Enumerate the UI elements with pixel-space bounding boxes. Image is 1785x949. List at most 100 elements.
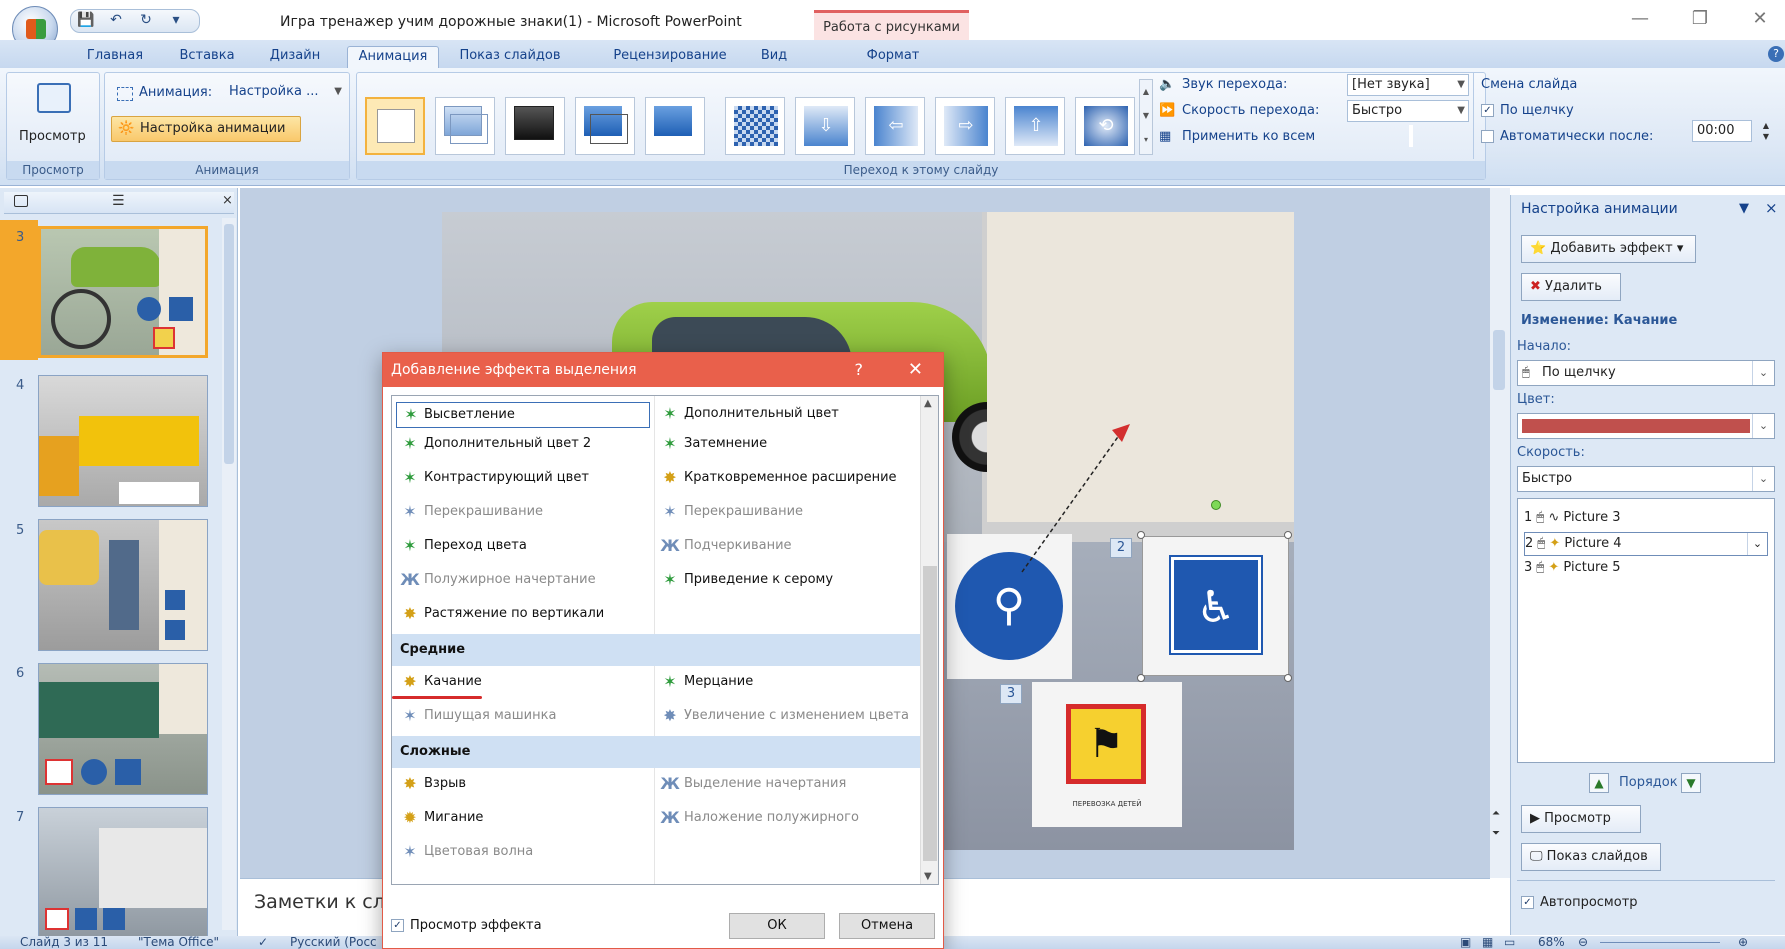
- transition-wipe-right[interactable]: ⇨: [935, 97, 995, 155]
- effect-item-swing[interactable]: ✸ Качание: [396, 670, 650, 694]
- add-effect-button[interactable]: ⭐ Добавить эффект ▾: [1521, 235, 1696, 263]
- auto-time-spinner[interactable]: ▲ ▼: [1758, 120, 1774, 142]
- transition-fade-black[interactable]: [505, 97, 565, 155]
- customize-qat-icon[interactable]: ▾: [165, 12, 187, 30]
- effect-item[interactable]: ✶ Затемнение: [656, 432, 916, 456]
- prev-slide-icon[interactable]: ⏶: [1492, 808, 1500, 819]
- start-combo[interactable]: 🖱 По щелчку ⌄: [1517, 360, 1775, 386]
- custom-animation-button[interactable]: 🔆 Настройка анимации: [111, 116, 301, 142]
- transition-speed-combo[interactable]: Быстро ▼: [1347, 100, 1469, 122]
- slide-thumb-6[interactable]: [38, 663, 208, 795]
- tab-slideshow[interactable]: Показ слайдов: [445, 46, 575, 68]
- outline-tab-icon[interactable]: ☰: [112, 193, 125, 209]
- effect-item[interactable]: ✶ Перекрашивание: [396, 500, 650, 524]
- minimize-icon[interactable]: —: [1620, 8, 1660, 32]
- animation-combo[interactable]: Настройка ... ▼: [225, 82, 345, 104]
- effect-item[interactable]: ✶ Цветовая волна: [396, 840, 650, 864]
- autopreview-checkbox[interactable]: ✓ Автопросмотр: [1521, 895, 1638, 910]
- transition-wipe-up[interactable]: ⇧: [1005, 97, 1065, 155]
- on-click-checkbox[interactable]: ✓ По щелчку: [1481, 103, 1574, 118]
- view-slideshow-icon[interactable]: ▭: [1504, 936, 1515, 949]
- slide-thumb-7[interactable]: [38, 807, 208, 939]
- scroll-down-icon[interactable]: ▼: [924, 871, 932, 882]
- zoom-out-icon[interactable]: ⊖: [1578, 936, 1588, 949]
- close-panel-icon[interactable]: ×: [222, 193, 233, 208]
- close-icon[interactable]: ✕: [1740, 8, 1780, 32]
- effect-item[interactable]: Ж Подчеркивание: [656, 534, 916, 558]
- tab-design[interactable]: Дизайн: [262, 46, 328, 68]
- transition-wipe-down[interactable]: ⇩: [795, 97, 855, 155]
- slide-thumb-3[interactable]: [38, 226, 208, 358]
- gallery-scroll[interactable]: ▲ ▼ ▾: [1139, 79, 1153, 155]
- color-combo[interactable]: ⌄: [1517, 413, 1775, 439]
- list-item[interactable]: 1 🖱 ∿ Picture 3: [1524, 507, 1768, 531]
- transition-none[interactable]: [365, 97, 425, 155]
- effect-item[interactable]: ✶ Пишущая машинка: [396, 704, 650, 728]
- effect-item[interactable]: ✶ Высветление: [396, 402, 650, 428]
- slides-tab-icon[interactable]: [14, 195, 28, 207]
- effects-list[interactable]: ✶ Высветление ✶ Дополнительный цвет 2 ✶ Кон…: [391, 395, 939, 885]
- cancel-button[interactable]: Отмена: [839, 913, 935, 939]
- transition-cut[interactable]: [575, 97, 635, 155]
- effect-item[interactable]: ✶ Контрастирующий цвет: [396, 466, 650, 490]
- dialog-close-icon[interactable]: ✕: [908, 353, 923, 387]
- next-slide-icon[interactable]: ⏷: [1492, 828, 1500, 839]
- scrollbar-thumb[interactable]: [224, 224, 234, 464]
- transition-wheel[interactable]: ⟲: [1075, 97, 1135, 155]
- effects-scrollbar[interactable]: ▲ ▼: [920, 396, 938, 884]
- tab-view[interactable]: Вид: [752, 46, 796, 68]
- resize-handle[interactable]: [1137, 674, 1145, 682]
- transition-sound-combo[interactable]: [Нет звука] ▼: [1347, 74, 1469, 96]
- list-item[interactable]: 3 🖱 ✦ Picture 5: [1524, 557, 1768, 581]
- scrollbar-thumb[interactable]: [1493, 330, 1505, 390]
- tab-animation[interactable]: Анимация: [347, 46, 439, 68]
- tab-format[interactable]: Формат: [850, 46, 936, 68]
- effect-item[interactable]: ✶ Дополнительный цвет 2: [396, 432, 650, 456]
- auto-time-input[interactable]: 00:00: [1692, 120, 1752, 142]
- effect-item[interactable]: ✸ Увеличение с изменением цвета: [656, 704, 916, 728]
- rotate-handle[interactable]: [1211, 500, 1221, 510]
- help-icon[interactable]: ?: [1768, 46, 1784, 62]
- tab-review[interactable]: Рецензирование: [600, 46, 740, 68]
- chevron-down-icon[interactable]: ⌄: [1747, 533, 1767, 555]
- tab-insert[interactable]: Вставка: [172, 46, 242, 68]
- preview-effect-checkbox[interactable]: ✓ Просмотр эффекта: [391, 918, 542, 933]
- slide-thumb-5[interactable]: [38, 519, 208, 651]
- save-icon[interactable]: 💾: [75, 12, 97, 30]
- remove-button[interactable]: ✖ Удалить: [1521, 273, 1621, 301]
- spellcheck-icon[interactable]: ✓: [258, 936, 268, 949]
- slides-scrollbar[interactable]: [222, 218, 236, 930]
- zoom-slider[interactable]: [1600, 942, 1720, 943]
- anim-order-badge[interactable]: 3: [1000, 684, 1022, 704]
- preview-button[interactable]: Просмотр: [19, 129, 86, 144]
- animation-list[interactable]: 1 🖱 ∿ Picture 3 2 🖱 ✦ Picture 4 ⌄ 3 🖱 ✦ P…: [1517, 498, 1775, 763]
- move-up-icon[interactable]: ▲: [1589, 773, 1609, 793]
- children-sign-picture[interactable]: ⚑ ПЕРЕВОЗКА ДЕТЕЙ: [1032, 682, 1182, 827]
- close-pane-icon[interactable]: ×: [1765, 199, 1778, 217]
- preview-icon[interactable]: [37, 83, 71, 113]
- effect-item[interactable]: Ж Выделение начертания: [656, 772, 916, 796]
- scrollbar-thumb[interactable]: [923, 566, 937, 861]
- zoom-in-icon[interactable]: ⊕: [1738, 936, 1748, 949]
- dialog-help-icon[interactable]: ?: [855, 353, 864, 387]
- view-normal-icon[interactable]: ▣: [1460, 936, 1471, 949]
- transition-cut-black[interactable]: [645, 97, 705, 155]
- ok-button[interactable]: ОК: [729, 913, 825, 939]
- language[interactable]: Русский (Росс: [290, 936, 377, 949]
- view-sorter-icon[interactable]: ▦: [1482, 936, 1493, 949]
- speed-combo[interactable]: Быстро ⌄: [1517, 466, 1775, 492]
- theme-name[interactable]: "Тема Office": [138, 936, 219, 949]
- effect-item[interactable]: ✶ Дополнительный цвет: [656, 402, 916, 426]
- editor-scrollbar[interactable]: ⏶ ⏷: [1490, 188, 1508, 878]
- undo-icon[interactable]: ↶: [105, 12, 127, 30]
- effect-item[interactable]: ✸ Кратковременное расширение: [656, 466, 916, 490]
- slide-thumb-4[interactable]: [38, 375, 208, 507]
- list-item[interactable]: 2 🖱 ✦ Picture 4 ⌄: [1524, 532, 1768, 556]
- effect-item[interactable]: ✸ Растяжение по вертикали: [396, 602, 650, 626]
- effect-item[interactable]: Ж Полужирное начертание: [396, 568, 650, 592]
- transition-wipe-left[interactable]: ⇦: [865, 97, 925, 155]
- resize-handle[interactable]: [1284, 674, 1292, 682]
- effect-item[interactable]: ✶ Переход цвета: [396, 534, 650, 558]
- scroll-up-icon[interactable]: ▲: [924, 398, 932, 409]
- slideshow-button[interactable]: 🖵 Показ слайдов: [1521, 843, 1661, 871]
